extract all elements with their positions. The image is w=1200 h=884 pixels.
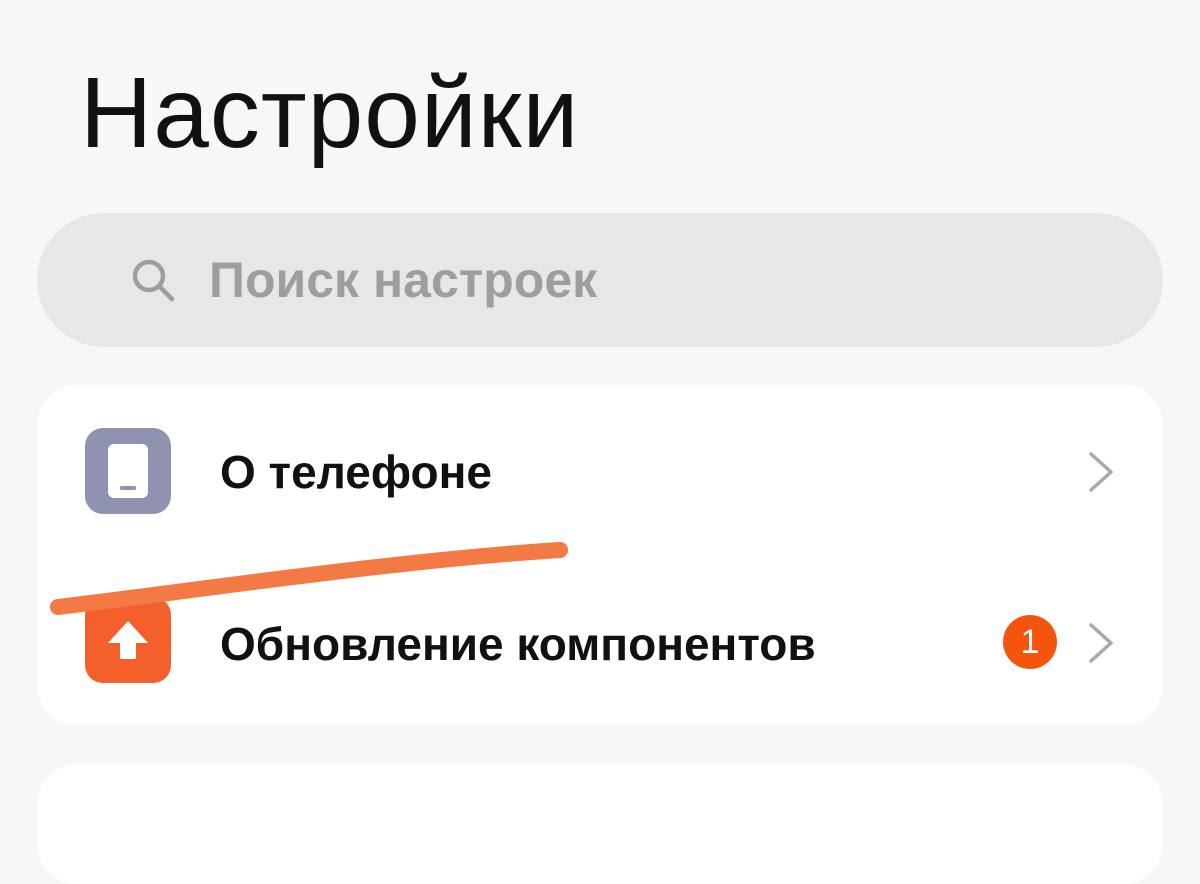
chevron-right-icon <box>1081 613 1121 673</box>
chevron-right-icon <box>1081 442 1121 502</box>
phone-icon <box>85 428 171 514</box>
search-icon <box>129 256 177 304</box>
search-input[interactable] <box>209 251 1109 309</box>
notification-badge: 1 <box>1003 615 1057 669</box>
setting-label-about-phone: О телефоне <box>220 446 492 498</box>
setting-item-component-updates[interactable]: Обновление компонентов 1 <box>37 555 1163 725</box>
page-title: Настройки <box>80 57 580 169</box>
arrow-up-icon <box>85 597 171 683</box>
setting-item-about-phone[interactable]: О телефоне <box>37 385 1163 555</box>
search-bar[interactable] <box>37 213 1163 347</box>
setting-label-component-updates: Обновление компонентов <box>220 618 816 670</box>
settings-card-next <box>37 764 1163 884</box>
settings-card: О телефоне Обновление компонентов 1 <box>37 385 1163 725</box>
